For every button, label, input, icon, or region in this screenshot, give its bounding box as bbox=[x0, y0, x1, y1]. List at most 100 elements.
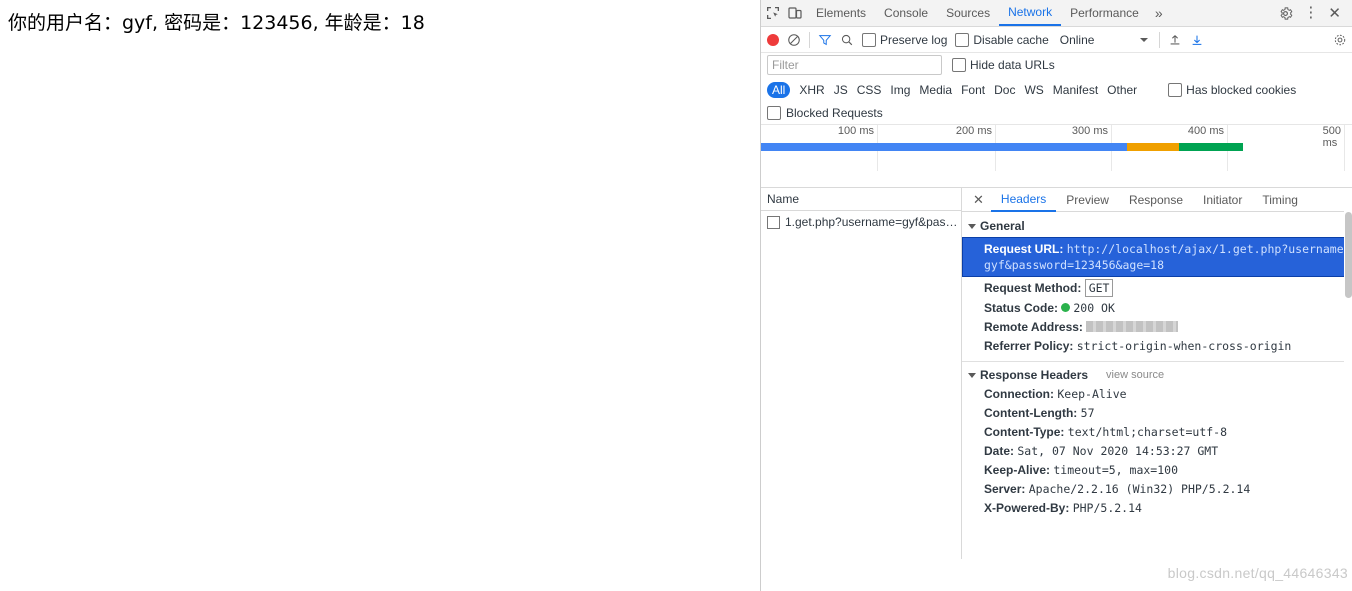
tab-console[interactable]: Console bbox=[875, 1, 937, 26]
chevron-down-icon[interactable] bbox=[1140, 37, 1149, 42]
export-har-icon[interactable] bbox=[1190, 33, 1204, 47]
filter-type-img[interactable]: Img bbox=[890, 83, 910, 97]
header-key: Server: bbox=[984, 481, 1026, 496]
overview-tick-400ms: 400 ms bbox=[1187, 125, 1224, 137]
network-toolbar: Preserve log Disable cache Online bbox=[761, 27, 1352, 53]
hide-data-urls-label: Hide data URLs bbox=[970, 58, 1055, 72]
filter-type-xhr[interactable]: XHR bbox=[799, 83, 824, 97]
filter-type-font[interactable]: Font bbox=[961, 83, 985, 97]
tab-response[interactable]: Response bbox=[1119, 189, 1193, 211]
overview-tick-300ms: 300 ms bbox=[1071, 125, 1108, 137]
kebab-menu-icon[interactable]: ⋮ bbox=[1303, 5, 1318, 20]
tab-timing[interactable]: Timing bbox=[1252, 189, 1308, 211]
throttle-select[interactable]: Online bbox=[1057, 32, 1152, 48]
filter-type-manifest[interactable]: Manifest bbox=[1053, 83, 1098, 97]
filter-input[interactable]: Filter bbox=[767, 55, 942, 75]
overview-segment-orange bbox=[1127, 143, 1179, 151]
header-row-connection: Connection: Keep-Alive bbox=[962, 384, 1352, 403]
close-detail-icon[interactable]: ✕ bbox=[966, 192, 991, 208]
tab-network[interactable]: Network bbox=[999, 0, 1062, 26]
disable-cache-checkbox[interactable]: Disable cache bbox=[955, 32, 1049, 47]
tab-preview[interactable]: Preview bbox=[1056, 189, 1119, 211]
record-button[interactable] bbox=[767, 33, 779, 46]
filter-type-doc[interactable]: Doc bbox=[994, 83, 1015, 97]
more-tabs-icon[interactable]: » bbox=[1148, 5, 1170, 21]
network-settings-icon[interactable] bbox=[1333, 33, 1347, 47]
general-section-header[interactable]: General bbox=[962, 217, 1352, 235]
request-row-icon bbox=[767, 215, 780, 229]
device-toolbar-icon[interactable] bbox=[787, 5, 803, 21]
scrollbar-thumb[interactable] bbox=[1345, 212, 1352, 298]
tab-sources[interactable]: Sources bbox=[937, 1, 999, 26]
request-list-header[interactable]: Name bbox=[761, 188, 961, 211]
request-url-key: Request URL: bbox=[984, 242, 1064, 256]
preserve-log-checkbox[interactable]: Preserve log bbox=[862, 32, 947, 47]
response-headers-section-header[interactable]: Response Headers view source bbox=[962, 366, 1352, 384]
response-headers-title: Response Headers bbox=[980, 368, 1089, 382]
web-page-content: 你的用户名：gyf, 密码是：123456, 年龄是：18 bbox=[0, 0, 760, 591]
filter-row: Filter Hide data URLs bbox=[761, 53, 1352, 77]
inspect-element-icon[interactable] bbox=[765, 5, 781, 21]
header-value: PHP/5.2.14 bbox=[1072, 500, 1142, 515]
request-url-row[interactable]: Request URL: http://localhost/ajax/1.get… bbox=[962, 237, 1352, 277]
tab-elements[interactable]: Elements bbox=[807, 1, 875, 26]
has-blocked-cookies-checkbox[interactable]: Has blocked cookies bbox=[1168, 82, 1296, 97]
gear-icon[interactable] bbox=[1278, 6, 1293, 21]
hide-data-urls-checkbox[interactable]: Hide data URLs bbox=[952, 58, 1055, 72]
hide-data-urls-box[interactable] bbox=[952, 58, 966, 72]
filter-type-media[interactable]: Media bbox=[919, 83, 952, 97]
close-icon[interactable]: ✕ bbox=[1328, 4, 1345, 22]
filter-type-all[interactable]: All bbox=[767, 81, 791, 98]
header-key: Keep-Alive: bbox=[984, 462, 1051, 477]
has-blocked-cookies-box[interactable] bbox=[1168, 82, 1183, 97]
watermark: blog.csdn.net/qq_44646343 bbox=[1167, 565, 1348, 581]
overview-bars bbox=[761, 143, 1352, 153]
import-har-icon[interactable] bbox=[1168, 33, 1182, 47]
tab-initiator[interactable]: Initiator bbox=[1193, 189, 1252, 211]
filter-type-ws[interactable]: WS bbox=[1024, 83, 1043, 97]
blocked-requests-row: Blocked Requests bbox=[761, 102, 1352, 124]
section-divider bbox=[962, 361, 1345, 362]
view-source-link[interactable]: view source bbox=[1106, 369, 1164, 381]
header-row-keep-alive: Keep-Alive: timeout=5, max=100 bbox=[962, 460, 1352, 479]
blocked-requests-label: Blocked Requests bbox=[786, 106, 883, 120]
search-icon[interactable] bbox=[840, 33, 854, 47]
devtools-tabs: Elements Console Sources Network Perform… bbox=[807, 0, 1270, 26]
tab-performance[interactable]: Performance bbox=[1061, 1, 1148, 26]
header-value: text/html;charset=utf-8 bbox=[1067, 424, 1228, 439]
request-name: 1.get.php?username=gyf&pas… bbox=[785, 215, 958, 229]
filter-type-js[interactable]: JS bbox=[834, 83, 848, 97]
header-value: 57 bbox=[1080, 405, 1095, 420]
disable-cache-box[interactable] bbox=[955, 32, 970, 47]
referrer-policy-row: Referrer Policy: strict-origin-when-cros… bbox=[962, 336, 1352, 355]
chevron-down-icon-2[interactable] bbox=[968, 372, 976, 378]
header-row-content-length: Content-Length: 57 bbox=[962, 403, 1352, 422]
table-row[interactable]: 1.get.php?username=gyf&pas… bbox=[761, 211, 961, 233]
filter-type-css[interactable]: CSS bbox=[857, 83, 882, 97]
clear-button[interactable] bbox=[787, 33, 801, 47]
chevron-down-icon[interactable] bbox=[968, 223, 976, 229]
header-row-server: Server: Apache/2.2.16 (Win32) PHP/5.2.14 bbox=[962, 479, 1352, 498]
header-key: X-Powered-By: bbox=[984, 500, 1070, 515]
request-method-value: GET bbox=[1084, 278, 1114, 297]
page-body-text: 你的用户名：gyf, 密码是：123456, 年龄是：18 bbox=[8, 12, 425, 34]
devtools-tabbar: Elements Console Sources Network Perform… bbox=[761, 0, 1352, 27]
devtools-actions: ⋮ ✕ bbox=[1270, 4, 1352, 22]
blocked-requests-box[interactable] bbox=[767, 106, 781, 120]
filter-icon[interactable] bbox=[818, 33, 832, 47]
devtools-dock-icons bbox=[761, 5, 807, 21]
tab-headers[interactable]: Headers bbox=[990, 188, 1057, 212]
remote-address-key: Remote Address: bbox=[984, 319, 1083, 334]
status-code-value: 200 OK bbox=[1073, 300, 1115, 315]
filter-type-other[interactable]: Other bbox=[1107, 83, 1137, 97]
overview-tick-100ms: 100 ms bbox=[837, 125, 874, 137]
overview-segment-green bbox=[1179, 143, 1243, 151]
header-key: Date: bbox=[984, 443, 1015, 458]
disable-cache-label: Disable cache bbox=[973, 32, 1049, 47]
overview-tick-200ms: 200 ms bbox=[955, 125, 992, 137]
preserve-log-box[interactable] bbox=[862, 32, 876, 47]
detail-scrollbar[interactable] bbox=[1344, 188, 1352, 559]
request-list: Name 1.get.php?username=gyf&pas… bbox=[761, 188, 962, 559]
header-row-content-type: Content-Type: text/html;charset=utf-8 bbox=[962, 422, 1352, 441]
network-main: Name 1.get.php?username=gyf&pas… ✕ Heade… bbox=[761, 188, 1352, 559]
